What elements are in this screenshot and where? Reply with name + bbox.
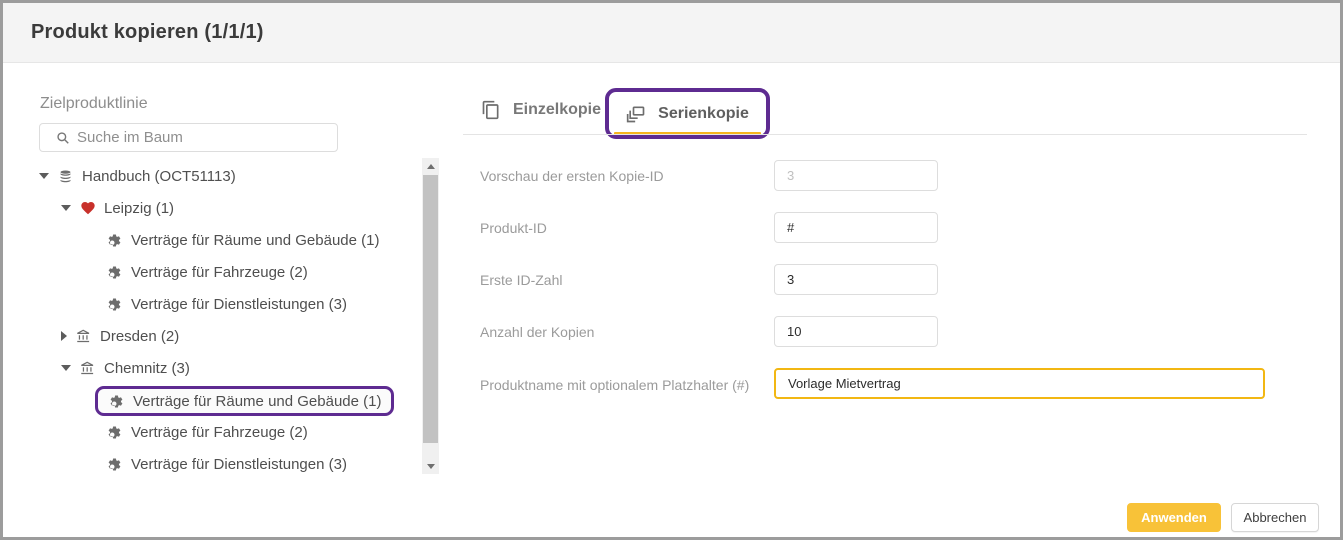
gear-icon — [106, 232, 123, 249]
search-icon — [56, 131, 70, 145]
produkt-id-field[interactable] — [774, 212, 938, 243]
dialog-header: Produkt kopieren (1/1/1) — [3, 3, 1340, 63]
gear-icon — [106, 424, 123, 441]
produktname-field[interactable] — [774, 368, 1265, 399]
building-icon — [75, 328, 92, 345]
tree-scrollbar[interactable] — [422, 158, 439, 474]
gear-icon — [106, 264, 123, 281]
produkt-kopieren-dialog: Produkt kopieren (1/1/1) Zielproduktlini… — [0, 0, 1343, 540]
tree-item-handbuch[interactable]: Handbuch (OCT51113) — [39, 163, 236, 189]
tab-einzelkopie[interactable]: Einzelkopie — [481, 100, 601, 120]
tree-search-box[interactable] — [39, 123, 338, 152]
anzahl-kopien-field[interactable] — [774, 316, 938, 347]
tree-item-label: Verträge für Räume und Gebäude (1) — [131, 232, 379, 249]
tab-label: Serienkopie — [658, 105, 749, 123]
field-label-produktname: Produktname mit optionalem Platzhalter (… — [480, 377, 749, 393]
tree-item-label: Verträge für Fahrzeuge (2) — [131, 424, 308, 441]
apply-button[interactable]: Anwenden — [1127, 503, 1221, 532]
field-label-vorschau: Vorschau der ersten Kopie-ID — [480, 168, 664, 184]
scroll-up-arrow-icon[interactable] — [422, 158, 439, 174]
chevron-down-icon[interactable] — [61, 365, 71, 371]
cancel-button[interactable]: Abbrechen — [1231, 503, 1319, 532]
tree-item-vertraege-raeume-leipzig[interactable]: Verträge für Räume und Gebäude (1) — [106, 227, 379, 253]
tree-item-label: Handbuch (OCT51113) — [82, 168, 236, 185]
tree-item-leipzig[interactable]: Leipzig (1) — [61, 195, 174, 221]
gear-icon — [108, 393, 125, 410]
field-label-produkt-id: Produkt-ID — [480, 220, 547, 236]
tab-serienkopie[interactable]: Serienkopie — [605, 88, 770, 139]
tree-item-vertraege-fahrzeuge-chemnitz[interactable]: Verträge für Fahrzeuge (2) — [106, 419, 308, 445]
search-input[interactable] — [77, 129, 337, 146]
tree-item-label: Verträge für Dienstleistungen (3) — [131, 456, 347, 473]
database-icon — [57, 168, 74, 185]
erste-id-zahl-field[interactable] — [774, 264, 938, 295]
tree-item-label: Verträge für Räume und Gebäude (1) — [133, 393, 381, 410]
tree-item-label: Verträge für Fahrzeuge (2) — [131, 264, 308, 281]
tree-item-chemnitz[interactable]: Chemnitz (3) — [61, 355, 190, 381]
chevron-down-icon[interactable] — [61, 205, 71, 211]
heart-icon — [79, 200, 96, 217]
gear-icon — [106, 456, 123, 473]
building-icon — [79, 360, 96, 377]
field-label-erste-id-zahl: Erste ID-Zahl — [480, 272, 562, 288]
tree-item-vertraege-raeume-chemnitz-selected[interactable]: Verträge für Räume und Gebäude (1) — [95, 386, 394, 416]
tree-item-vertraege-dienstleistungen-leipzig[interactable]: Verträge für Dienstleistungen (3) — [106, 291, 347, 317]
tree-item-label: Verträge für Dienstleistungen (3) — [131, 296, 347, 313]
target-product-line-label: Zielproduktlinie — [40, 95, 148, 113]
tree-item-label: Leipzig (1) — [104, 200, 174, 217]
vorschau-kopie-id-field — [774, 160, 938, 191]
scroll-down-arrow-icon[interactable] — [422, 458, 439, 474]
tree-item-vertraege-dienstleistungen-chemnitz[interactable]: Verträge für Dienstleistungen (3) — [106, 451, 347, 477]
tab-label: Einzelkopie — [513, 101, 601, 119]
tree-item-dresden[interactable]: Dresden (2) — [61, 323, 179, 349]
field-label-anzahl-kopien: Anzahl der Kopien — [480, 324, 594, 340]
gear-icon — [106, 296, 123, 313]
tree-item-label: Dresden (2) — [100, 328, 179, 345]
tree-item-vertraege-fahrzeuge-leipzig[interactable]: Verträge für Fahrzeuge (2) — [106, 259, 308, 285]
tree-item-label: Chemnitz (3) — [104, 360, 190, 377]
single-copy-icon — [481, 100, 501, 120]
chevron-down-icon[interactable] — [39, 173, 49, 179]
dialog-title: Produkt kopieren (1/1/1) — [31, 21, 264, 44]
multi-copy-icon — [626, 104, 646, 124]
scrollbar-thumb[interactable] — [423, 175, 438, 443]
tabs-divider — [463, 134, 1307, 135]
chevron-right-icon[interactable] — [61, 331, 67, 341]
